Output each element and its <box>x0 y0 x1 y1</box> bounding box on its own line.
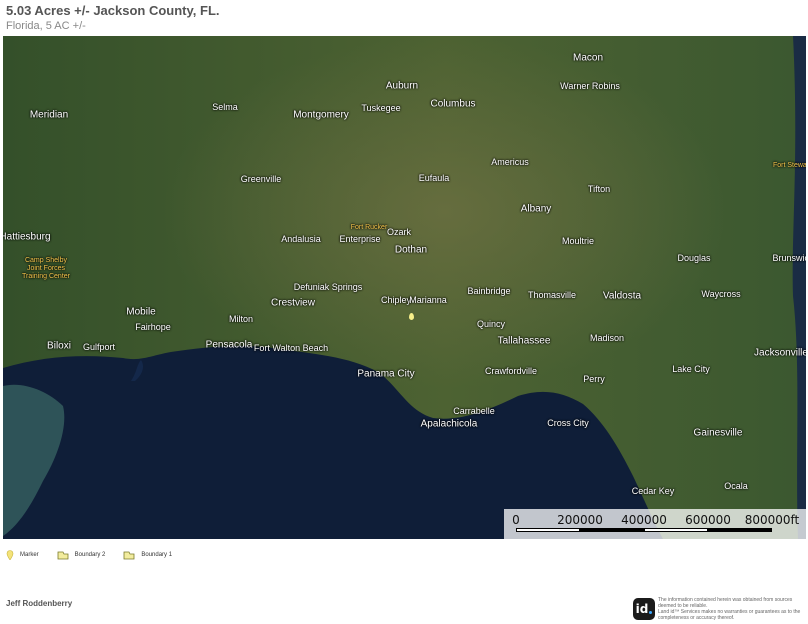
city-label: Tallahassee <box>497 335 551 347</box>
map-legend: Marker Boundary 2 Boundary 1 <box>6 548 190 562</box>
city-label: Fairhope <box>135 322 171 332</box>
city-label: Thomasville <box>527 290 577 300</box>
city-label: Pensacola <box>205 339 253 351</box>
scale-tick: 0 <box>512 513 520 527</box>
map-view[interactable]: Montgomery Auburn Columbus Macon Warner Robi… <box>3 36 806 539</box>
city-label: Meridian <box>29 109 69 121</box>
city-label: Carrabelle <box>453 406 495 416</box>
agent-name: Jeff Roddenberry <box>6 599 73 608</box>
city-label: Albany <box>520 203 552 215</box>
property-marker-icon[interactable] <box>409 313 414 320</box>
city-label: Madison <box>589 333 625 343</box>
city-label: Bainbridge <box>467 286 511 296</box>
city-label: Crawfordville <box>484 366 538 376</box>
city-label: Auburn <box>385 80 419 92</box>
city-label: Greenville <box>240 174 282 184</box>
satellite-imagery <box>3 36 806 539</box>
scale-bar: 0 200000 400000 600000 800000ft <box>504 509 806 539</box>
scale-tick: 800000ft <box>744 513 800 527</box>
logo-dot-icon <box>649 611 653 614</box>
city-label: Cross City <box>547 418 589 428</box>
city-label: Warner Robins <box>560 81 620 91</box>
city-label: Mobile <box>126 306 156 318</box>
marker-icon <box>6 550 14 560</box>
city-label: Quincy <box>476 319 506 329</box>
city-label: Enterprise <box>339 234 381 244</box>
page-subtitle: Florida, 5 AC +/- <box>6 20 86 32</box>
city-label: Apalachicola <box>420 418 478 430</box>
scale-segment <box>708 528 772 532</box>
city-label: Ocala <box>724 481 748 491</box>
legend-item-marker: Marker <box>6 550 39 560</box>
legend-label: Boundary 2 <box>74 552 106 558</box>
city-label: Columbus <box>430 98 476 110</box>
city-label: Fort Walton Beach <box>253 343 329 353</box>
city-label: Panama City <box>357 368 415 380</box>
scale-tick: 400000 <box>621 513 667 527</box>
city-label: Ozark <box>386 227 412 237</box>
legend-item-boundary-1: Boundary 1 <box>123 551 172 560</box>
military-base-label: Fort Rucker <box>350 224 388 231</box>
city-label: Macon <box>572 52 604 64</box>
city-label: Brunswick <box>772 253 806 263</box>
city-label: Andalusia <box>281 234 321 244</box>
boundary-icon <box>123 551 135 559</box>
scale-segment <box>580 528 644 532</box>
city-label: Marianna <box>409 295 447 305</box>
city-label: Eufaula <box>418 173 450 183</box>
city-label: Chipley <box>380 295 412 305</box>
city-label: Gulfport <box>82 342 116 352</box>
scale-tick: 200000 <box>557 513 603 527</box>
scale-segment <box>516 528 580 532</box>
boundary-icon <box>57 551 69 559</box>
disclaimer-line: completeness or accuracy thereof. <box>658 615 735 621</box>
scale-tick: 600000 <box>685 513 731 527</box>
city-label: Americus <box>491 157 529 167</box>
city-label: Tifton <box>587 184 611 194</box>
city-label: Lake City <box>672 364 710 374</box>
city-label: Valdosta <box>602 290 642 302</box>
city-label: Crestview <box>271 297 315 309</box>
page-title: 5.03 Acres +/- Jackson County, FL. <box>6 3 220 18</box>
military-base-label: Camp Shelby Joint Forces Training Center <box>22 257 70 280</box>
city-label: Douglas <box>677 253 711 263</box>
city-label: Jacksonville <box>754 347 806 359</box>
legend-label: Marker <box>20 552 39 558</box>
land-id-logo: id <box>633 598 655 620</box>
city-label: Dothan <box>394 244 428 256</box>
city-label: Cedar Key <box>631 486 675 496</box>
military-base-label: Fort Stewart <box>772 162 806 169</box>
scale-segment <box>644 528 708 532</box>
logo-text: id <box>635 602 649 616</box>
disclaimer: The information contained herein was obt… <box>658 597 808 621</box>
city-label: Moultrie <box>561 236 595 246</box>
city-label: Milton <box>228 314 254 324</box>
city-label: Tuskegee <box>361 103 401 113</box>
city-label: Defuniak Springs <box>293 282 363 292</box>
city-label: Gainesville <box>693 427 743 439</box>
city-label: Hattiesburg <box>3 231 51 243</box>
legend-item-boundary-2: Boundary 2 <box>57 551 106 560</box>
city-label: Montgomery <box>293 109 349 121</box>
legend-label: Boundary 1 <box>141 552 173 558</box>
city-label: Perry <box>583 374 605 384</box>
city-label: Selma <box>212 102 238 112</box>
city-label: Waycross <box>701 289 741 299</box>
city-label: Biloxi <box>47 340 71 352</box>
